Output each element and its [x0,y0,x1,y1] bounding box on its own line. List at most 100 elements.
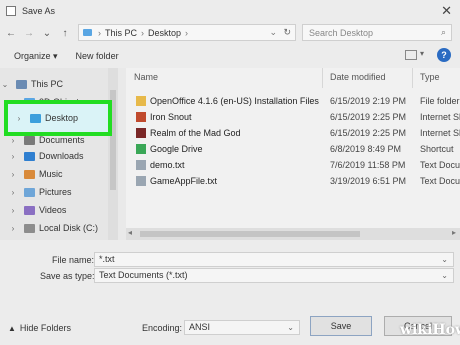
sidebar-item-music[interactable]: › Music [8,166,63,182]
command-bar: Organize ▾ New folder ▾ ? [0,44,460,68]
chevron-down-icon[interactable]: ⌄ [441,253,448,266]
documents-folder-icon [24,135,35,145]
file-date: 3/19/2019 6:51 PM [330,176,407,186]
chevron-right-icon[interactable]: › [8,152,18,161]
file-date: 6/15/2019 2:25 PM [330,112,407,122]
view-options-icon[interactable] [405,50,417,60]
chevron-right-icon: › [141,27,145,38]
file-type: Text Docum [420,160,460,170]
help-icon[interactable]: ? [437,48,451,62]
chevron-down-icon[interactable]: ⌄ [441,269,448,282]
column-header-name[interactable]: Name [134,72,158,82]
file-name: Iron Snout [150,112,192,122]
save-type-select[interactable]: Text Documents (*.txt) ⌄ [94,268,454,283]
file-date: 6/8/2019 8:49 PM [330,144,402,154]
downloads-folder-icon [24,151,35,161]
file-type: Internet Sh [420,128,460,138]
navigation-bar: ← → ⌄ ↑ › This PC › Desktop › ⌄ ↻ Search… [0,22,460,44]
table-row[interactable]: Realm of the Mad God 6/15/2019 2:25 PM I… [126,125,460,141]
close-button[interactable]: ✕ [441,3,452,19]
sidebar-item-local-disk[interactable]: › Local Disk (C:) [8,220,98,236]
scroll-left-icon[interactable]: ◂ [128,228,132,237]
table-row[interactable]: OpenOffice 4.1.6 (en-US) Installation Fi… [126,93,460,109]
file-name: Google Drive [150,144,203,154]
file-name: Realm of the Mad God [150,128,241,138]
table-row[interactable]: Iron Snout 6/15/2019 2:25 PM Internet Sh [126,109,460,125]
forward-button[interactable]: → [22,28,36,39]
sidebar-item-downloads[interactable]: › Downloads [8,148,84,164]
chevron-up-icon: ▲ [8,323,16,333]
sidebar-item-desktop[interactable]: › Desktop [4,100,112,136]
sidebar-scrollbar[interactable] [108,68,118,240]
folder-icon [136,96,146,106]
sidebar-item-label: Pictures [39,187,72,197]
file-name: demo.txt [150,160,185,170]
column-header-date[interactable]: Date modified [330,72,386,82]
scroll-right-icon[interactable]: ▸ [452,228,456,237]
file-type: File folder [420,96,460,106]
horizontal-scrollbar[interactable]: ◂ ▸ [126,228,460,240]
table-row[interactable]: GameAppFile.txt 3/19/2019 6:51 PM Text D… [126,173,460,189]
game-shortcut-icon [136,112,146,122]
save-type-value: Text Documents (*.txt) [99,270,188,280]
file-type: Text Docum [420,176,460,186]
sidebar-item-videos[interactable]: › Videos [8,202,67,218]
navigation-pane: ⌄ This PC › 3D Objects › Documents › Dow… [0,68,118,240]
chevron-right-icon[interactable]: › [8,188,18,197]
chevron-down-icon[interactable]: ⌄ [0,80,10,89]
sidebar-item-label: Music [39,169,63,179]
search-input[interactable]: Search Desktop ⌕ [302,24,452,41]
file-date: 6/15/2019 2:25 PM [330,128,407,138]
chevron-right-icon[interactable]: › [14,114,24,123]
music-folder-icon [24,169,35,179]
column-header-type[interactable]: Type [420,72,440,82]
chevron-right-icon[interactable]: › [8,224,18,233]
recent-locations-dropdown[interactable]: ⌄ [40,28,54,39]
sidebar-item-this-pc[interactable]: ⌄ This PC [0,76,63,92]
google-drive-icon [136,144,146,154]
drive-icon [24,223,35,233]
scrollbar-thumb[interactable] [140,231,360,237]
sidebar-item-label: This PC [31,79,64,89]
game-shortcut-icon [136,128,146,138]
desktop-folder-icon [30,113,41,123]
sidebar-item-desktop-row[interactable]: › Desktop [14,110,78,126]
chevron-right-icon[interactable]: › [8,136,18,145]
file-date: 6/15/2019 2:19 PM [330,96,407,106]
save-type-label: Save as type: [40,271,95,281]
sidebar-item-pictures[interactable]: › Pictures [8,184,72,200]
file-name-field[interactable]: *.txt ⌄ [94,252,454,267]
refresh-icon[interactable]: ↻ [283,27,291,38]
table-row[interactable]: Google Drive 6/8/2019 8:49 PM Shortcut [126,141,460,157]
save-button[interactable]: Save [310,316,372,336]
sidebar-item-label: Downloads [39,151,84,161]
chevron-right-icon[interactable]: › [8,170,18,179]
new-folder-button[interactable]: New folder [76,51,119,61]
back-button[interactable]: ← [4,28,18,39]
chevron-right-icon[interactable]: › [8,206,18,215]
encoding-value: ANSI [189,322,211,332]
chevron-right-icon: › [98,27,101,38]
file-name-value: *.txt [99,254,115,264]
hide-folders-button[interactable]: ▲ Hide Folders [8,323,71,333]
encoding-select[interactable]: ANSI ⌄ [184,320,300,335]
organize-button[interactable]: Organize ▾ [14,51,58,62]
column-divider[interactable] [322,68,323,88]
file-list: Name Date modified Type OpenOffice 4.1.6… [126,68,460,240]
breadcrumb-desktop[interactable]: Desktop [148,28,181,38]
file-type: Shortcut [420,144,454,154]
chevron-down-icon[interactable]: ▾ [420,49,424,58]
breadcrumb-this-pc[interactable]: This PC [105,28,137,38]
file-name: GameAppFile.txt [150,176,218,186]
address-bar[interactable]: › This PC › Desktop › ⌄ ↻ [78,24,296,41]
sidebar-item-label: Local Disk (C:) [39,223,99,233]
up-button[interactable]: ↑ [58,28,72,39]
save-form: File name: *.txt ⌄ Save as type: Text Do… [0,240,460,345]
chevron-down-icon[interactable]: ⌄ [287,321,294,334]
file-date: 7/6/2019 11:58 PM [330,160,406,170]
search-icon: ⌕ [440,27,446,37]
chevron-down-icon[interactable]: ⌄ [269,27,277,38]
column-divider[interactable] [412,68,413,88]
title-bar: Save As ✕ [0,0,460,22]
table-row[interactable]: demo.txt 7/6/2019 11:58 PM Text Docum [126,157,460,173]
